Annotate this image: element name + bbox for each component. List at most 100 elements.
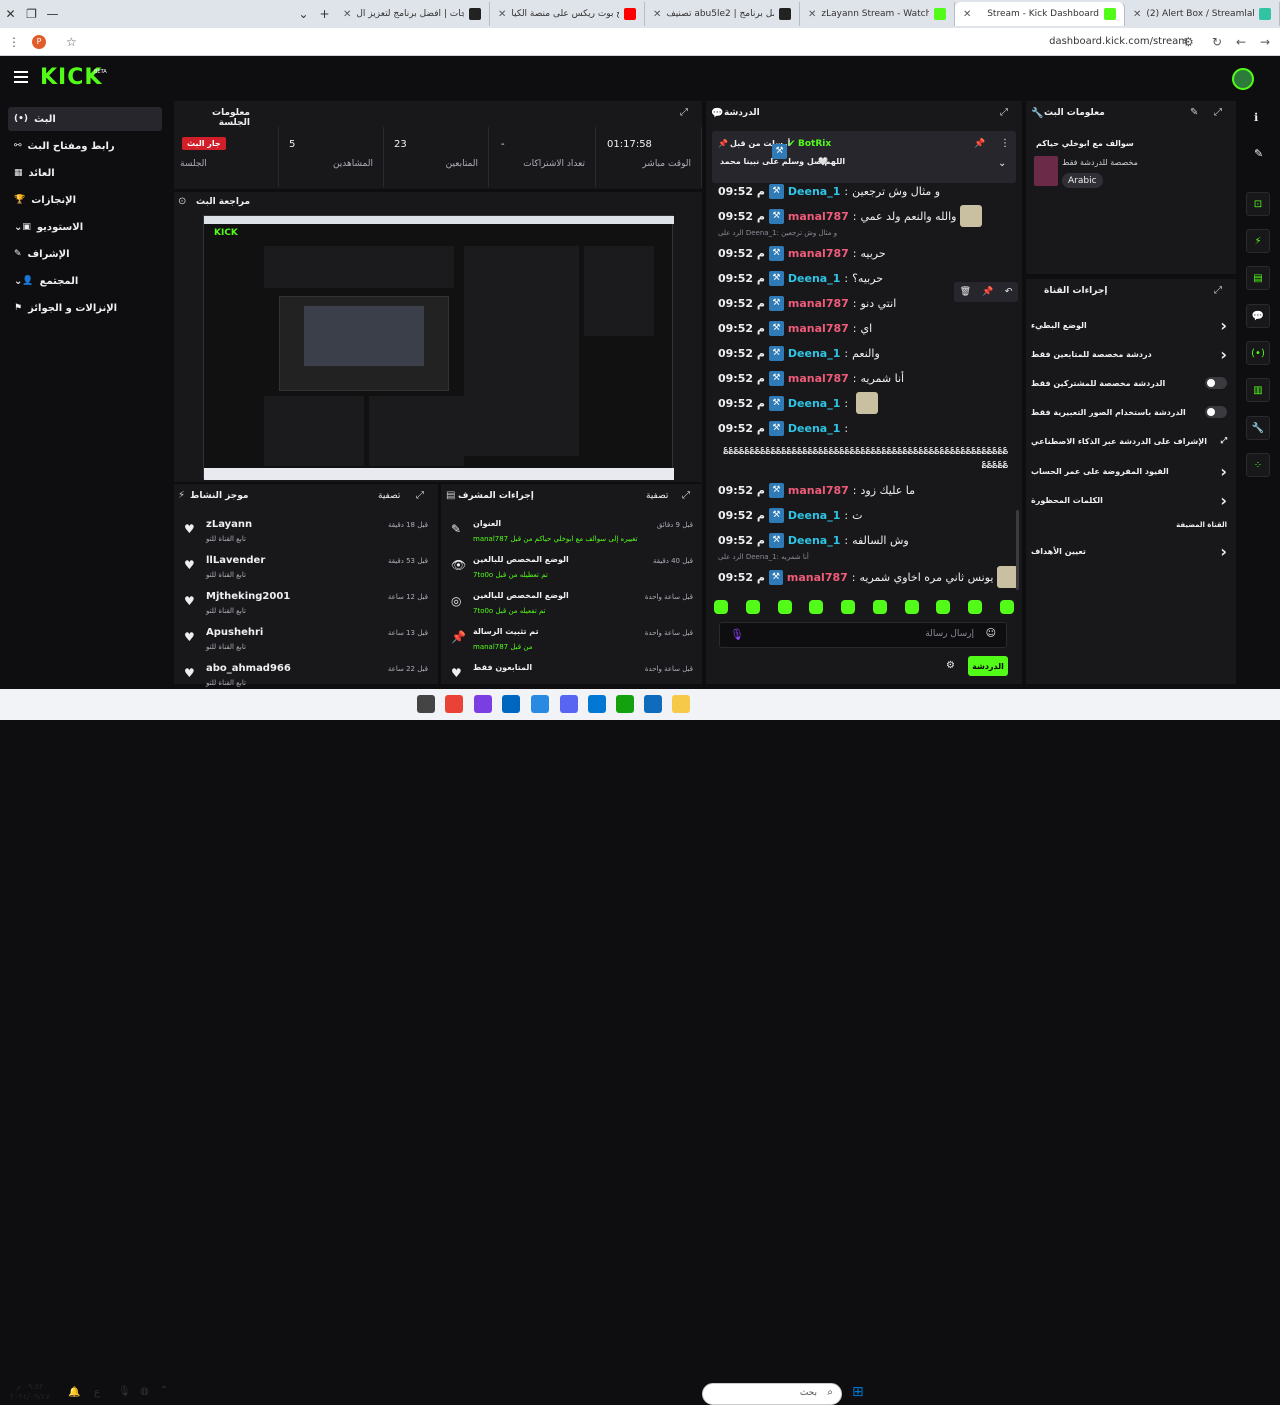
chat-username[interactable]: Deena_1: [788, 422, 840, 435]
emote-icon[interactable]: [936, 600, 951, 614]
chat-username[interactable]: manal787: [788, 297, 849, 310]
browser-tab[interactable]: ✕ الويدجات | أفضل برنامج لتعزيز ال: [335, 2, 490, 26]
chat-send-button[interactable]: الدردشة: [968, 656, 1008, 676]
pin-toggle-icon[interactable]: 📌: [974, 139, 985, 149]
channel-action-2[interactable]: الدردشة مخصصة للمشتركين فقط: [1031, 372, 1227, 394]
notification-icon[interactable]: 🔔: [68, 1387, 80, 1398]
close-window-icon[interactable]: ✕: [0, 0, 21, 28]
toggle-switch[interactable]: [1205, 377, 1227, 389]
edge-icon[interactable]: [588, 695, 606, 713]
close-tab-icon[interactable]: ✕: [498, 9, 506, 20]
chat-username[interactable]: manal787: [788, 247, 849, 260]
back-icon[interactable]: →: [1260, 35, 1270, 49]
mod-filter[interactable]: تصفية: [646, 491, 668, 501]
chat-scrollbar[interactable]: [1016, 510, 1019, 590]
chat-message[interactable]: 09:52 م ⚒ manal787: اي: [718, 318, 1018, 338]
forward-icon[interactable]: ←: [1236, 35, 1246, 49]
layout-icon[interactable]: ▥: [1246, 378, 1270, 402]
close-tab-icon[interactable]: ✕: [808, 9, 816, 20]
tag-badge[interactable]: Arabic: [1062, 173, 1103, 188]
emote-icon[interactable]: [999, 600, 1014, 614]
chat-username[interactable]: manal787: [788, 484, 849, 497]
wrench-icon[interactable]: 🔧: [1246, 416, 1270, 440]
tune-icon[interactable]: ⚙: [1183, 35, 1194, 49]
edit-pencil-icon[interactable]: ✎: [1254, 147, 1263, 160]
menu-dots-icon[interactable]: ⋮: [8, 35, 20, 49]
chat-username[interactable]: Deena_1: [788, 397, 840, 410]
emote-icon[interactable]: [872, 600, 887, 614]
chat-message[interactable]: 09:52 م ⚒ manal787: حربيه: [718, 243, 1018, 263]
maximize-icon[interactable]: ❐: [21, 0, 42, 28]
channel-action-6[interactable]: الكلمات المحظورة ›: [1031, 489, 1227, 511]
expand-icon[interactable]: ⤢: [1000, 107, 1008, 118]
browser-tab[interactable]: ✕ تصنيف abu5le2 | أفضل برنامج: [645, 2, 800, 26]
expand-icon[interactable]: ⤢: [682, 490, 690, 501]
chat-username[interactable]: Deena_1: [788, 272, 840, 285]
mod-action-row[interactable]: 📌 تم تثبيت الرسالة manal787 من قبل قبل ساعة…: [441, 624, 699, 658]
activity-row[interactable]: ♥ Mjtheking2001 تابع القناة للتو قبل 12 ساع…: [174, 588, 434, 622]
chat-message[interactable]: 09:52 م ⚒ manal787: يونس ثاني مره اخاوي شمر…: [718, 566, 1018, 588]
undo-icon[interactable]: ↶: [1005, 287, 1013, 297]
document-icon[interactable]: ▤: [1246, 266, 1270, 290]
close-tab-icon[interactable]: ✕: [963, 9, 971, 20]
external-link-icon[interactable]: ⤢: [1221, 436, 1227, 446]
microphone-icon[interactable]: 🎙: [730, 628, 744, 641]
bolt-icon[interactable]: ⚡: [1246, 229, 1270, 253]
chevron-right-icon[interactable]: ›: [1220, 542, 1227, 561]
chevron-right-icon[interactable]: ›: [1220, 462, 1227, 481]
mod-action-row[interactable]: ✎ العنوان manal787 تم تغييره إلى سوالف مع …: [441, 516, 699, 550]
chevron-down-icon[interactable]: ⌄: [293, 0, 314, 28]
channel-action-8[interactable]: تعيين الأهداف ›: [1031, 540, 1227, 562]
chat-message[interactable]: 09:52 م ⚒ Deena_1:: [718, 392, 1018, 414]
browser-tab[interactable]: ✕ zLayann Stream - Watch Live o: [800, 2, 955, 26]
language-label[interactable]: ع: [94, 1387, 100, 1398]
browser-tab[interactable]: ✕ (2) Alert Box / Streamlabs: [1125, 2, 1280, 26]
menu-dots-icon[interactable]: ⋮: [1000, 138, 1010, 149]
obs-icon[interactable]: [417, 695, 435, 713]
chrome-icon[interactable]: [445, 695, 463, 713]
chat-message[interactable]: 09:52 م ⚒ Deena_1: والنعم: [718, 343, 1018, 363]
more-icon[interactable]: ⁘: [1246, 453, 1270, 477]
chevron-right-icon[interactable]: ›: [1220, 345, 1227, 364]
stream-preview-video[interactable]: KICK: [203, 215, 674, 480]
chevron-up-icon[interactable]: ⌃: [160, 1385, 168, 1396]
category-name[interactable]: مخصصة للدردشة فقط: [1062, 158, 1138, 167]
emote-icon[interactable]: [714, 600, 728, 614]
bookmark-star-icon[interactable]: ☆: [66, 35, 77, 49]
expand-icon[interactable]: ⤢: [416, 490, 424, 501]
nav-item-6[interactable]: 👤 المجتمع ⌄: [8, 269, 162, 293]
clock[interactable]: ٠٩:٥٣ م ٢٠٢٤/٠٩/٤٧: [10, 1382, 50, 1402]
microphone-icon[interactable]: 🎙: [118, 1386, 131, 1397]
notepad-icon[interactable]: [616, 695, 634, 713]
activity-user[interactable]: Mjtheking2001: [206, 591, 290, 602]
emote-icon[interactable]: [809, 600, 824, 614]
mail-icon[interactable]: [531, 695, 549, 713]
chat-bubble-icon[interactable]: 💬: [1246, 304, 1270, 328]
minimize-icon[interactable]: —: [42, 0, 63, 28]
close-tab-icon[interactable]: ✕: [653, 9, 661, 20]
nav-item-3[interactable]: 🏆 الإنجازات: [8, 188, 162, 212]
chat-username[interactable]: manal787: [787, 571, 848, 584]
chat-username[interactable]: Deena_1: [788, 185, 840, 198]
expand-icon[interactable]: ⤢: [1214, 285, 1222, 296]
chat-username[interactable]: manal787: [788, 372, 849, 385]
reload-icon[interactable]: ↻: [1212, 35, 1222, 49]
close-tab-icon[interactable]: ✕: [1133, 9, 1141, 20]
toggle-switch[interactable]: [1205, 406, 1227, 418]
chat-username[interactable]: manal787: [788, 322, 849, 335]
chevron-down-icon[interactable]: ⌄: [998, 158, 1006, 169]
chat-input[interactable]: 🎙 إرسال رسالة ☺: [719, 622, 1007, 648]
emote-icon[interactable]: [841, 600, 856, 614]
mod-action-row[interactable]: 👁 الوضع المخصص للبالغين 7to0o تم تعطيله من…: [441, 552, 699, 586]
chat-username[interactable]: Deena_1: [788, 509, 840, 522]
chat-message[interactable]: 09:52 م ⚒ Deena_1:: [718, 418, 1018, 438]
channel-action-4[interactable]: الإشراف على الدردشة عبر الذكاء الاصطناعي…: [1031, 430, 1227, 452]
chat-message[interactable]: 09:52 م ⚒ manal787: ما عليك زود: [718, 480, 1018, 500]
expand-icon[interactable]: ⤢: [1214, 107, 1222, 118]
activity-user[interactable]: zLayann: [206, 519, 252, 530]
emote-icon[interactable]: [777, 600, 792, 614]
settings-gear-icon[interactable]: ⚙: [946, 660, 955, 671]
avatar[interactable]: [1232, 68, 1254, 90]
mod-action-row[interactable]: ◎ الوضع المخصص للبالغين 7to0o تم تفعيله من…: [441, 588, 699, 622]
chat-message[interactable]: 09:52 م ⚒ Deena_1: و مثال وش ترجعين: [718, 181, 1018, 201]
